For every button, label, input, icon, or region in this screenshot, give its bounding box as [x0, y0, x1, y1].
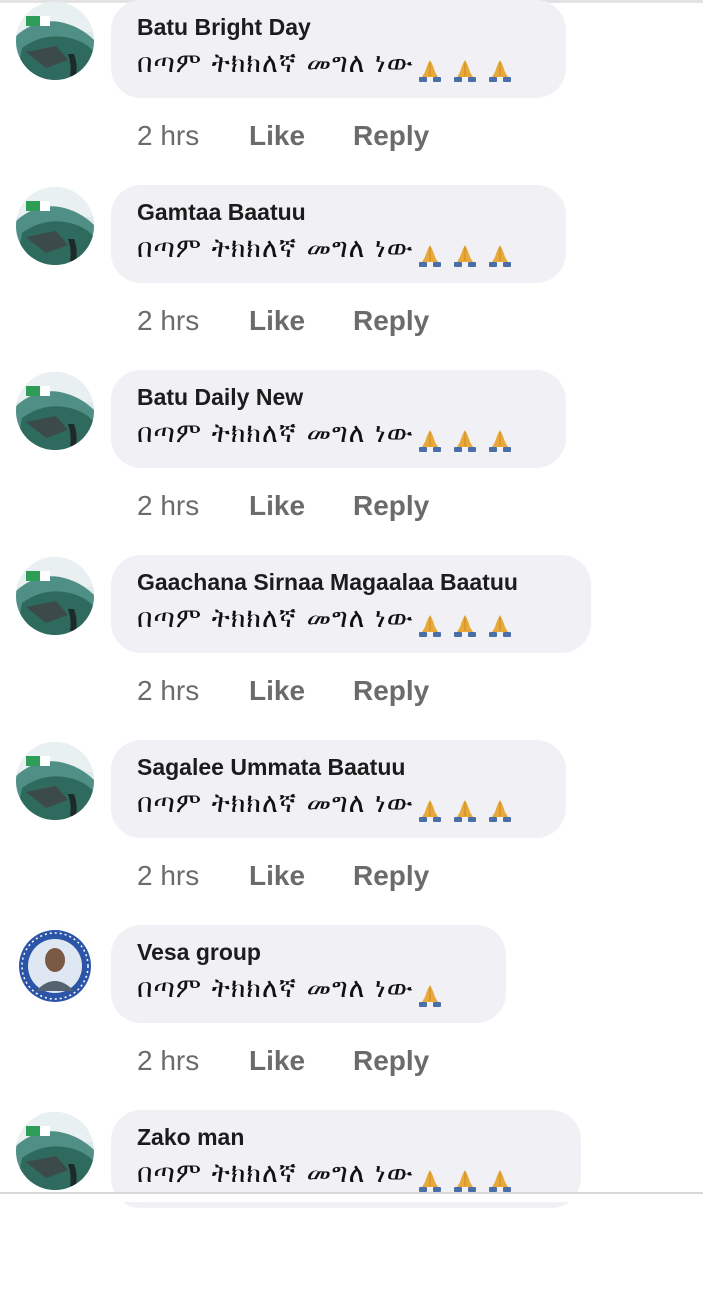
comment-text: በጣም ትክክለኛ መግለ ነው [137, 603, 521, 638]
like-button[interactable]: Like [249, 675, 305, 707]
comment-text: በጣም ትክክለኛ መግለ ነው [137, 418, 521, 453]
avatar[interactable] [16, 927, 94, 1005]
comment-body: በጣም ትክክለኛ መግለ ነው [137, 973, 414, 1004]
comment-body: በጣም ትክክለኛ መግለ ነው [137, 418, 414, 449]
avatar[interactable] [16, 742, 94, 820]
comment-body: በጣም ትክክለኛ መግለ ነው [137, 48, 414, 79]
comment-list: Batu Bright Day በጣም ትክክለኛ መግለ ነው 2 hrs Like… [0, 0, 703, 1208]
reply-button[interactable]: Reply [353, 305, 429, 337]
comment-author[interactable]: Sagalee Ummata Baatuu [137, 754, 405, 781]
comment-item: Gaachana Sirnaa Magaalaa Baatuu በጣም ትክክለኛ… [0, 555, 703, 742]
reply-button[interactable]: Reply [353, 1045, 429, 1077]
comment-item: Zako man በጣም ትክክለኛ መግለ ነው [0, 1110, 703, 1297]
comment-item: Vesa group በጣም ትክክለኛ መግለ ነው 2 hrs Like Reply [0, 925, 703, 1112]
comment-timestamp: 2 hrs [137, 305, 200, 336]
like-button[interactable]: Like [249, 860, 305, 892]
comment-author[interactable]: Vesa group [137, 939, 261, 966]
comment-body: በጣም ትክክለኛ መግለ ነው [137, 1158, 414, 1189]
like-button[interactable]: Like [249, 1045, 305, 1077]
folded-hands-icon [416, 237, 521, 268]
comment-author[interactable]: Gaachana Sirnaa Magaalaa Baatuu [137, 569, 518, 596]
comment-timestamp: 2 hrs [137, 490, 200, 521]
comment-item: Batu Daily New በጣም ትክክለኛ መግለ ነው 2 hrs Like R… [0, 370, 703, 557]
folded-hands-icon [416, 422, 521, 453]
folded-hands-icon [416, 52, 521, 83]
avatar[interactable] [16, 372, 94, 450]
like-button[interactable]: Like [249, 120, 305, 152]
comment-timestamp: 2 hrs [137, 675, 200, 706]
reply-button[interactable]: Reply [353, 490, 429, 522]
comment-item: Batu Bright Day በጣም ትክክለኛ መግለ ነው 2 hrs Like… [0, 0, 703, 187]
comment-text: በጣም ትክክለኛ መግለ ነው [137, 1158, 521, 1193]
comment-author[interactable]: Batu Bright Day [137, 14, 311, 41]
reply-button[interactable]: Reply [353, 860, 429, 892]
comment-body: በጣም ትክክለኛ መግለ ነው [137, 233, 414, 264]
comment-timestamp: 2 hrs [137, 1045, 200, 1076]
comment-item: Gamtaa Baatuu በጣም ትክክለኛ መግለ ነው 2 hrs Like Re… [0, 185, 703, 372]
avatar[interactable] [16, 2, 94, 80]
comment-item: Sagalee Ummata Baatuu በጣም ትክክለኛ መግለ ነው 2 h… [0, 740, 703, 927]
comment-timestamp: 2 hrs [137, 120, 200, 151]
comment-timestamp: 2 hrs [137, 860, 200, 891]
like-button[interactable]: Like [249, 305, 305, 337]
comment-text: በጣም ትክክለኛ መግለ ነው [137, 233, 521, 268]
folded-hands-icon [416, 977, 451, 1008]
folded-hands-icon [416, 607, 521, 638]
comment-author[interactable]: Gamtaa Baatuu [137, 199, 306, 226]
like-button[interactable]: Like [249, 490, 305, 522]
folded-hands-icon [416, 1162, 521, 1193]
avatar[interactable] [16, 1112, 94, 1190]
bottom-edge [0, 1192, 703, 1202]
comment-text: በጣም ትክክለኛ መግለ ነው [137, 788, 521, 823]
comment-author[interactable]: Batu Daily New [137, 384, 303, 411]
folded-hands-icon [416, 792, 521, 823]
comment-body: በጣም ትክክለኛ መግለ ነው [137, 603, 414, 634]
reply-button[interactable]: Reply [353, 120, 429, 152]
avatar[interactable] [16, 557, 94, 635]
comment-body: በጣም ትክክለኛ መግለ ነው [137, 788, 414, 819]
comment-text: በጣም ትክክለኛ መግለ ነው [137, 973, 451, 1008]
comment-author[interactable]: Zako man [137, 1124, 244, 1151]
reply-button[interactable]: Reply [353, 675, 429, 707]
avatar[interactable] [16, 187, 94, 265]
comment-text: በጣም ትክክለኛ መግለ ነው [137, 48, 521, 83]
